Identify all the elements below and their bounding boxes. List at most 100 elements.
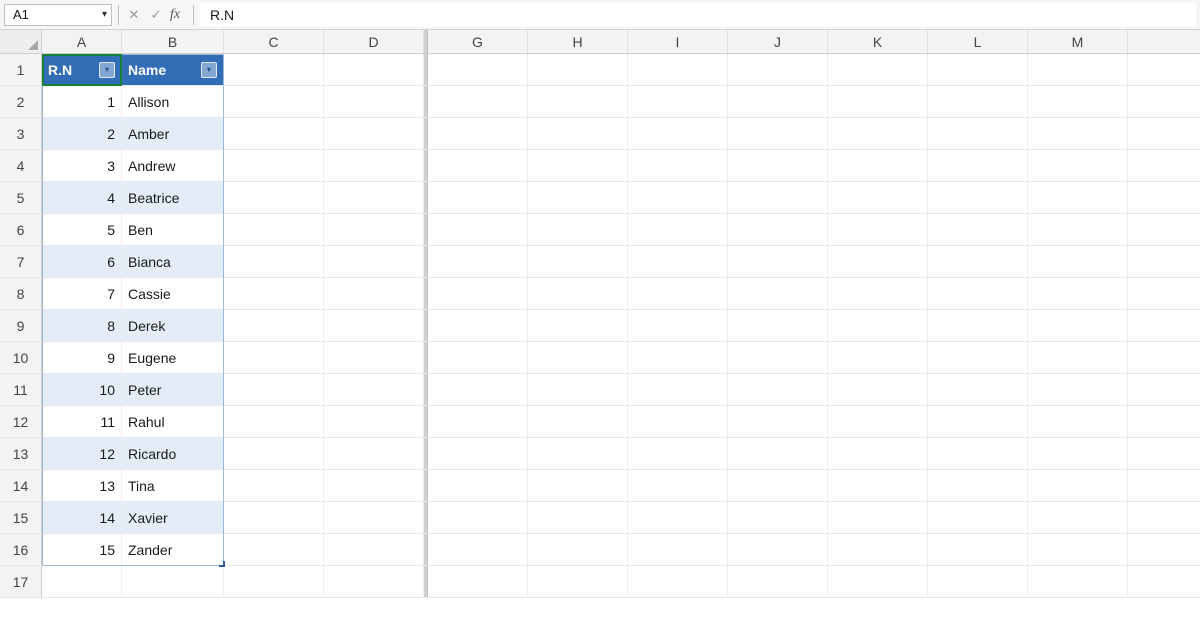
cell[interactable] [428, 214, 528, 245]
cell[interactable] [628, 470, 728, 501]
cell-name[interactable]: Cassie [122, 278, 224, 309]
cell[interactable] [928, 118, 1028, 149]
cell[interactable] [224, 214, 324, 245]
cell[interactable] [828, 438, 928, 469]
cell[interactable] [224, 150, 324, 181]
cell[interactable] [828, 342, 928, 373]
cell-rn[interactable]: 15 [42, 534, 122, 565]
cell[interactable] [224, 566, 324, 597]
cell[interactable] [324, 278, 424, 309]
column-header-B[interactable]: B [122, 30, 224, 53]
cell[interactable] [428, 470, 528, 501]
column-header-G[interactable]: G [428, 30, 528, 53]
confirm-button[interactable]: ✓ [147, 6, 165, 24]
cell[interactable] [928, 214, 1028, 245]
cell[interactable] [728, 470, 828, 501]
cell[interactable] [528, 54, 628, 85]
cell[interactable] [1028, 118, 1128, 149]
cell[interactable] [928, 566, 1028, 597]
select-all-triangle[interactable] [0, 30, 42, 53]
cell[interactable] [928, 470, 1028, 501]
cell[interactable] [828, 150, 928, 181]
cell[interactable] [728, 438, 828, 469]
filter-dropdown-icon[interactable]: ▾ [99, 62, 115, 78]
cell[interactable] [928, 534, 1028, 565]
cell-name[interactable]: Ricardo [122, 438, 224, 469]
cell-rn[interactable]: 10 [42, 374, 122, 405]
cell-rn[interactable]: 12 [42, 438, 122, 469]
cell[interactable] [42, 566, 122, 597]
cell[interactable] [628, 182, 728, 213]
cell[interactable] [628, 214, 728, 245]
cell[interactable] [224, 406, 324, 437]
cell[interactable] [1028, 470, 1128, 501]
cell[interactable] [828, 246, 928, 277]
cell[interactable] [728, 406, 828, 437]
cell-name[interactable]: Bianca [122, 246, 224, 277]
cell[interactable] [828, 534, 928, 565]
row-header[interactable]: 6 [0, 214, 42, 245]
cell-rn[interactable]: 4 [42, 182, 122, 213]
cell[interactable] [628, 278, 728, 309]
cell[interactable] [628, 86, 728, 117]
cell-name[interactable]: Tina [122, 470, 224, 501]
row-header[interactable]: 1 [0, 54, 42, 85]
row-header[interactable]: 16 [0, 534, 42, 565]
cell[interactable] [324, 374, 424, 405]
cell[interactable] [428, 406, 528, 437]
cell[interactable] [528, 534, 628, 565]
row-header[interactable]: 8 [0, 278, 42, 309]
row-header[interactable]: 2 [0, 86, 42, 117]
cell[interactable] [828, 470, 928, 501]
column-header-H[interactable]: H [528, 30, 628, 53]
cell[interactable] [528, 150, 628, 181]
cell[interactable] [728, 502, 828, 533]
cell[interactable] [324, 502, 424, 533]
cell[interactable] [1028, 566, 1128, 597]
table-header-rn[interactable]: R.N ▾ [42, 54, 122, 85]
cell[interactable] [1028, 374, 1128, 405]
cell[interactable] [428, 374, 528, 405]
row-header[interactable]: 4 [0, 150, 42, 181]
row-header[interactable]: 15 [0, 502, 42, 533]
cell-name[interactable]: Andrew [122, 150, 224, 181]
cell[interactable] [324, 150, 424, 181]
cell[interactable] [428, 534, 528, 565]
cell[interactable] [628, 566, 728, 597]
cell[interactable] [828, 86, 928, 117]
cell[interactable] [224, 278, 324, 309]
cell[interactable] [628, 534, 728, 565]
column-header-K[interactable]: K [828, 30, 928, 53]
column-header-J[interactable]: J [728, 30, 828, 53]
cell[interactable] [628, 438, 728, 469]
cell[interactable] [428, 150, 528, 181]
cell[interactable] [728, 246, 828, 277]
cell[interactable] [828, 214, 928, 245]
cell[interactable] [324, 182, 424, 213]
cell[interactable] [324, 310, 424, 341]
row-header[interactable]: 10 [0, 342, 42, 373]
cell[interactable] [1028, 246, 1128, 277]
cell[interactable] [528, 438, 628, 469]
column-header-C[interactable]: C [224, 30, 324, 53]
cell[interactable] [428, 118, 528, 149]
cell[interactable] [828, 374, 928, 405]
cell[interactable] [728, 566, 828, 597]
cell[interactable] [928, 406, 1028, 437]
cell[interactable] [1028, 150, 1128, 181]
cell-rn[interactable]: 6 [42, 246, 122, 277]
cell[interactable] [1028, 54, 1128, 85]
cell[interactable] [528, 278, 628, 309]
cell[interactable] [928, 246, 1028, 277]
cell[interactable] [224, 438, 324, 469]
column-header-A[interactable]: A [42, 30, 122, 53]
cell[interactable] [628, 406, 728, 437]
cell[interactable] [928, 438, 1028, 469]
cell[interactable] [122, 566, 224, 597]
cell-name[interactable]: Zander [122, 534, 224, 565]
cell[interactable] [1028, 342, 1128, 373]
cell[interactable] [628, 150, 728, 181]
cell-name[interactable]: Beatrice [122, 182, 224, 213]
cell[interactable] [628, 54, 728, 85]
cell[interactable] [224, 342, 324, 373]
